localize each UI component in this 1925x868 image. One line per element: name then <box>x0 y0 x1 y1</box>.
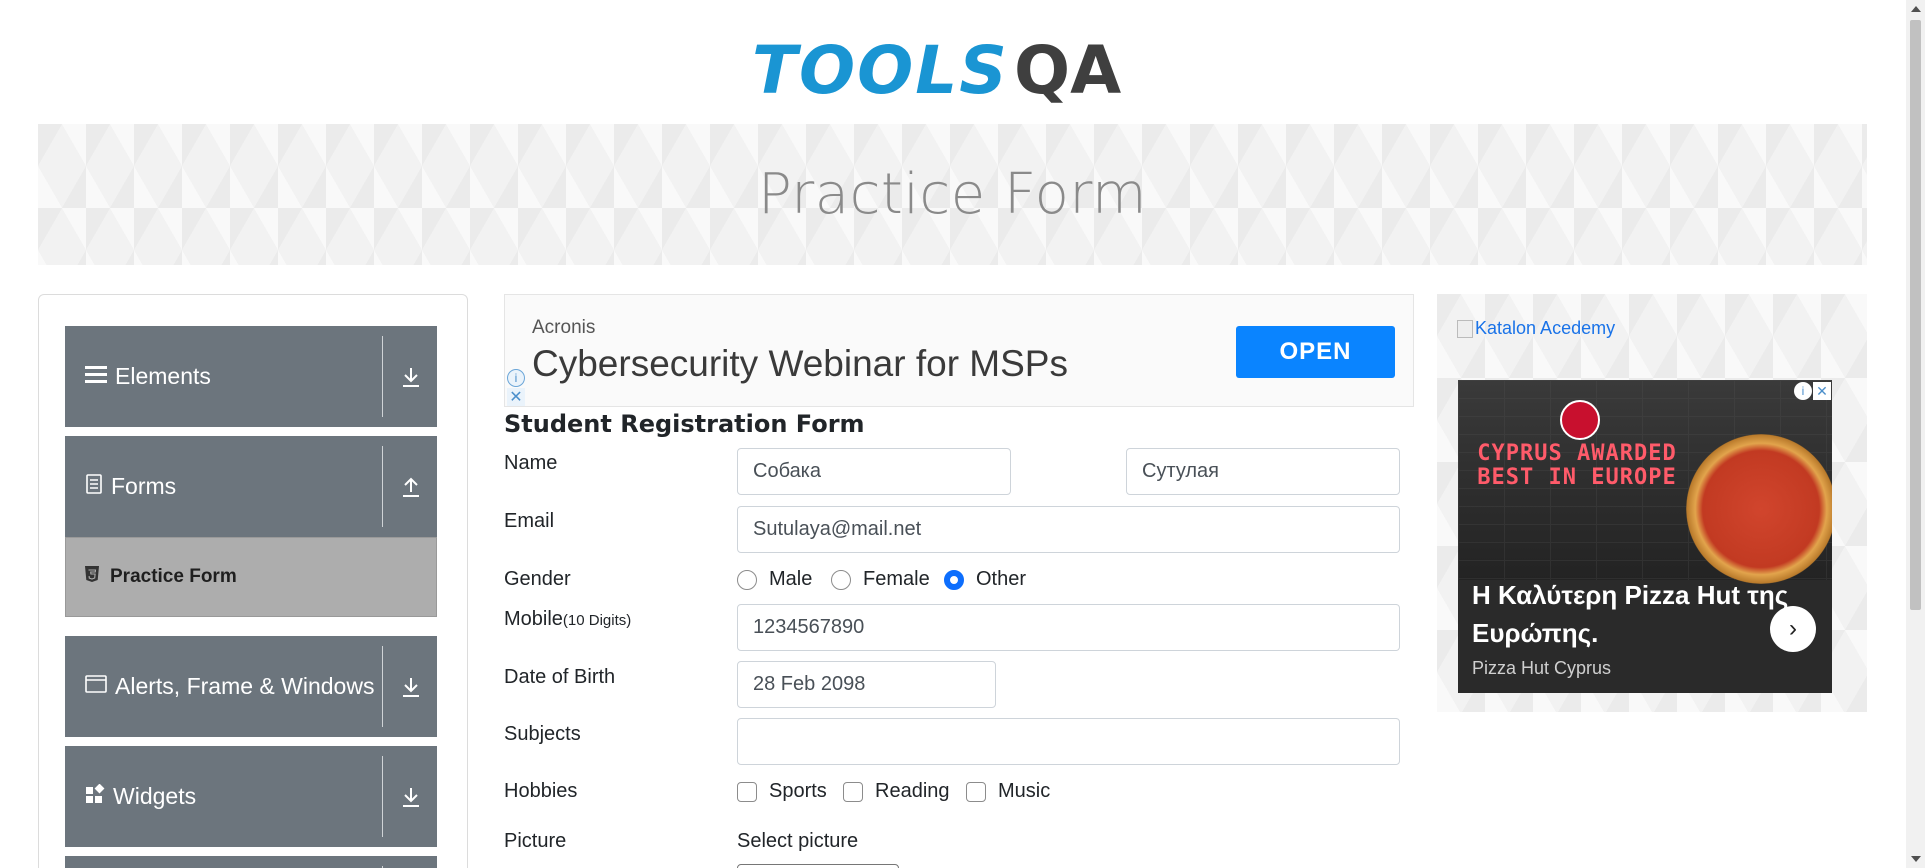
scrollbar-thumb[interactable] <box>1910 20 1921 610</box>
page: TOOLS QA Practice Form Elements Forms Pr… <box>0 0 1925 868</box>
mobile-input[interactable]: 1234567890 <box>737 604 1400 651</box>
hobby-music-label: Music <box>998 780 1051 802</box>
name-label: Name <box>504 452 558 474</box>
ad-banner-top[interactable]: Acronis Cybersecurity Webinar for MSPs O… <box>504 294 1414 407</box>
toolsqa-logo[interactable]: TOOLS QA <box>752 18 1162 114</box>
ad-close-icon[interactable]: ✕ <box>1813 382 1831 400</box>
gender-radio-female[interactable]: Female <box>831 568 930 591</box>
hobby-sports-label: Sports <box>769 780 827 802</box>
sidebar-group-widgets-label: Widgets <box>113 783 197 809</box>
ad-sidebar-right: Katalon Acedemy CYPRUS AWARDED BEST IN E… <box>1437 294 1867 712</box>
radio-circle-selected[interactable] <box>944 569 964 590</box>
upload-icon[interactable] <box>401 436 421 537</box>
hobby-reading-label: Reading <box>875 780 950 802</box>
pizza-hut-logo <box>1560 400 1600 440</box>
sidebar-group-alerts[interactable]: Alerts, Frame & Windows <box>65 636 437 737</box>
checkbox-box[interactable] <box>966 781 986 802</box>
sidebar-group-forms[interactable]: Forms <box>65 436 437 537</box>
broken-image-icon <box>1457 319 1473 338</box>
document-icon <box>85 473 103 500</box>
hobby-checkbox-sports[interactable]: Sports <box>737 780 827 803</box>
sidebar-group-forms-label: Forms <box>111 473 177 499</box>
pizza-ad-promo-text: CYPRUS AWARDED BEST IN EUROPE <box>1477 441 1677 490</box>
divider <box>382 336 383 417</box>
picture-label: Picture <box>504 830 567 852</box>
page-scrollbar[interactable] <box>1906 0 1925 868</box>
widgets-icon <box>85 783 105 810</box>
ad-headline[interactable]: Cybersecurity Webinar for MSPs <box>532 343 1068 385</box>
gender-radio-other[interactable]: Other <box>944 568 1026 591</box>
menu-icon <box>85 363 107 390</box>
first-name-input[interactable]: Собака <box>737 448 1011 495</box>
chevron-right-icon[interactable]: › <box>1770 606 1816 652</box>
divider <box>382 756 383 837</box>
date-of-birth-input[interactable]: 28 Feb 2098 <box>737 661 996 708</box>
email-label: Email <box>504 510 555 532</box>
pizza-image <box>1686 434 1832 584</box>
sidebar-group-elements-label: Elements <box>115 363 211 389</box>
sidebar: Elements Forms Practice Form Alerts, Fra… <box>38 294 468 868</box>
radio-circle[interactable] <box>831 569 851 590</box>
sidebar-group-widgets[interactable]: Widgets <box>65 746 437 847</box>
download-icon[interactable] <box>401 326 421 427</box>
sidebar-item-practice-form-label: Practice Form <box>110 566 237 587</box>
sidebar-group-label: Forms <box>85 436 176 537</box>
ad-info-icon[interactable]: i <box>507 369 525 387</box>
ad-brand: Acronis <box>532 317 596 338</box>
select-picture-label: Select picture <box>737 830 859 852</box>
mobile-label-text: Mobile <box>504 608 563 630</box>
hobby-checkbox-music[interactable]: Music <box>966 780 1050 803</box>
ad-open-button[interactable]: OPEN <box>1236 326 1395 378</box>
logo-text-tools: TOOLS <box>752 32 1009 109</box>
sidebar-group-label: Widgets <box>85 746 196 847</box>
checkbox-box[interactable] <box>737 781 757 802</box>
gender-male-label: Male <box>769 568 813 590</box>
gender-female-label: Female <box>863 568 930 590</box>
gender-label: Gender <box>504 568 571 590</box>
ad-info-icon[interactable]: i <box>1794 382 1812 400</box>
form-title: Student Registration Form <box>504 410 865 438</box>
ad-close-icon[interactable]: ✕ <box>507 388 525 406</box>
window-icon <box>85 673 107 700</box>
radio-circle[interactable] <box>737 569 757 590</box>
sidebar-group-label: Elements <box>85 326 211 427</box>
mobile-hint: (10 Digits) <box>562 612 632 629</box>
page-banner: Practice Form <box>38 124 1867 265</box>
download-icon[interactable] <box>401 636 421 737</box>
download-icon[interactable] <box>401 746 421 847</box>
last-name-input[interactable]: Сутулая <box>1126 448 1400 495</box>
pizza-ad-image: CYPRUS AWARDED BEST IN EUROPE <box>1458 380 1832 584</box>
scroll-down-arrow-icon[interactable] <box>1911 856 1921 862</box>
gender-radio-male[interactable]: Male <box>737 568 812 591</box>
sidebar-group-elements[interactable]: Elements <box>65 326 437 427</box>
divider <box>382 446 383 527</box>
subjects-input[interactable] <box>737 718 1400 765</box>
page-title: Practice Form <box>757 162 1148 227</box>
checkbox-box[interactable] <box>843 781 863 802</box>
logo-text-qa: QA <box>1014 32 1122 109</box>
gender-other-label: Other <box>976 568 1027 590</box>
email-input[interactable]: Sutulaya@mail.net <box>737 506 1400 553</box>
html5-icon <box>84 565 100 589</box>
hobby-checkbox-reading[interactable]: Reading <box>843 780 950 803</box>
pizza-hut-ad[interactable]: CYPRUS AWARDED BEST IN EUROPE Η Καλύτερη… <box>1458 380 1832 693</box>
scroll-up-arrow-icon[interactable] <box>1911 6 1921 12</box>
mobile-label: Mobile(10 Digits) <box>504 608 631 631</box>
choose-file-button[interactable] <box>737 864 899 868</box>
katalon-ad-alt-text[interactable]: Katalon Acedemy <box>1475 318 1615 339</box>
sidebar-group-label: Alerts, Frame & Windows <box>85 636 374 737</box>
sidebar-item-practice-form[interactable]: Practice Form <box>65 537 437 617</box>
sidebar-group-next[interactable] <box>65 856 437 868</box>
katalon-ad-link[interactable]: Katalon Acedemy <box>1457 318 1615 339</box>
hobbies-label: Hobbies <box>504 780 578 802</box>
divider <box>382 646 383 727</box>
subjects-label: Subjects <box>504 723 581 745</box>
dob-label: Date of Birth <box>504 666 616 688</box>
pizza-ad-sponsor: Pizza Hut Cyprus <box>1472 658 1612 678</box>
sidebar-group-alerts-label: Alerts, Frame & Windows <box>115 673 375 699</box>
